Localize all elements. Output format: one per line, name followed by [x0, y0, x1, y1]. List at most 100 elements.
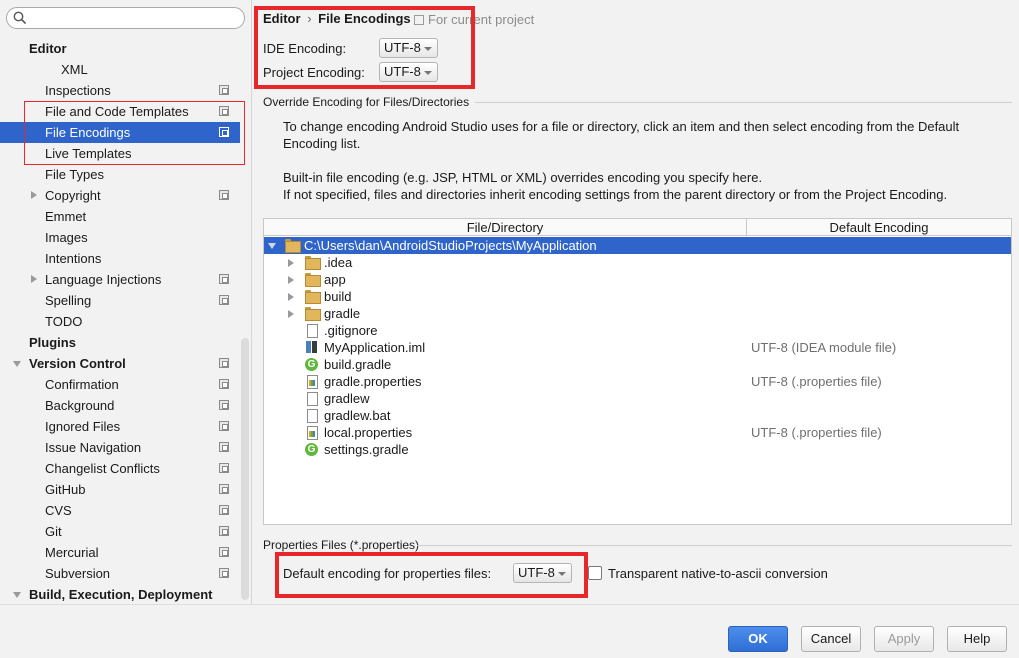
sidebar-item-spelling[interactable]: Spelling [0, 290, 240, 311]
file-name: MyApplication.iml [324, 340, 426, 355]
sidebar-item-label: Intentions [45, 251, 102, 266]
project-scope-icon [219, 484, 229, 494]
table-row[interactable]: app [264, 271, 1011, 288]
table-row[interactable]: build.gradle [264, 356, 1011, 373]
sidebar-item-issue-navigation[interactable]: Issue Navigation [0, 437, 240, 458]
sidebar-item-xml[interactable]: XML [0, 59, 240, 80]
table-row[interactable]: local.properties UTF-8 (.properties file) [264, 424, 1011, 441]
expand-arrow-right-icon[interactable] [288, 259, 294, 267]
sidebar-item-label: Emmet [45, 209, 87, 224]
help-button[interactable]: Help [947, 626, 1007, 652]
project-encoding-label: Project Encoding: [263, 65, 365, 80]
sidebar-item-label: Mercurial [45, 545, 99, 560]
sidebar-item-version-control[interactable]: Version Control [0, 353, 240, 374]
sidebar-item-todo[interactable]: TODO [0, 311, 240, 332]
table-row[interactable]: build [264, 288, 1011, 305]
table-row[interactable]: C:\Users\dan\AndroidStudioProjects\MyApp… [264, 237, 1011, 254]
sidebar-item-label: Copyright [45, 188, 101, 203]
sidebar-item-label: Spelling [45, 293, 92, 308]
sidebar-item-editor[interactable]: Editor [0, 38, 240, 59]
transparent-conversion-label[interactable]: Transparent native-to-ascii conversion [608, 566, 828, 581]
project-scope-icon [219, 106, 229, 116]
apply-button[interactable]: Apply [874, 626, 934, 652]
ok-button[interactable]: OK [728, 626, 788, 652]
sidebar-item-plugins[interactable]: Plugins [0, 332, 240, 353]
ide-encoding-select[interactable]: UTF-8 [379, 38, 438, 58]
sidebar-item-label: Subversion [45, 566, 111, 581]
override-description-3: Built-in file encoding (e.g. JSP, HTML o… [283, 170, 763, 185]
transparent-conversion-checkbox[interactable] [588, 566, 602, 580]
project-scope-icon [219, 568, 229, 578]
sidebar-item-changelist-conflicts[interactable]: Changelist Conflicts [0, 458, 240, 479]
sidebar-item-build-execution-deployment[interactable]: Build, Execution, Deployment [0, 584, 240, 605]
sidebar-item-file-encodings[interactable]: File Encodings [0, 122, 240, 143]
project-scope-icon [219, 295, 229, 305]
sidebar-item-background[interactable]: Background [0, 395, 240, 416]
table-row[interactable]: gradle [264, 305, 1011, 322]
table-row[interactable]: .gitignore [264, 322, 1011, 339]
sidebar-scrollbar[interactable] [241, 338, 249, 600]
settings-sidebar: Editor XML Inspections File and Code Templa… [0, 0, 252, 604]
cancel-button[interactable]: Cancel [801, 626, 861, 652]
sidebar-item-live-templates[interactable]: Live Templates [0, 143, 240, 164]
sidebar-item-copyright[interactable]: Copyright [0, 185, 240, 206]
expand-arrow-right-icon[interactable] [288, 310, 294, 318]
table-row[interactable]: gradle.properties UTF-8 (.properties file… [264, 373, 1011, 390]
column-header-encoding[interactable]: Default Encoding [747, 219, 1011, 235]
sidebar-item-cvs[interactable]: CVS [0, 500, 240, 521]
file-encoding-table[interactable]: File/Directory Default Encoding C:\Users… [263, 218, 1012, 525]
sidebar-item-emmet[interactable]: Emmet [0, 206, 240, 227]
sidebar-item-confirmation[interactable]: Confirmation [0, 374, 240, 395]
table-row[interactable]: gradlew.bat [264, 407, 1011, 424]
module-file-icon [305, 341, 319, 354]
file-encodings-panel: Editor › File Encodings For current proj… [253, 0, 1019, 604]
project-encoding-select[interactable]: UTF-8 [379, 62, 438, 82]
project-scope-icon [219, 547, 229, 557]
table-row[interactable]: gradlew [264, 390, 1011, 407]
file-encoding-value[interactable]: UTF-8 (.properties file) [751, 373, 882, 390]
project-scope-icon [219, 421, 229, 431]
sidebar-item-intentions[interactable]: Intentions [0, 248, 240, 269]
sidebar-item-file-types[interactable]: File Types [0, 164, 240, 185]
folder-icon [305, 290, 321, 304]
table-row[interactable]: .idea [264, 254, 1011, 271]
expand-arrow-down-icon[interactable] [13, 592, 21, 598]
sidebar-item-github[interactable]: GitHub [0, 479, 240, 500]
properties-encoding-select[interactable]: UTF-8 [513, 563, 572, 583]
sidebar-item-label: Build, Execution, Deployment [29, 587, 213, 602]
sidebar-item-label: CVS [45, 503, 72, 518]
expand-arrow-down-icon[interactable] [13, 361, 21, 367]
table-row[interactable]: MyApplication.iml UTF-8 (IDEA module file… [264, 339, 1011, 356]
ide-encoding-label: IDE Encoding: [263, 41, 347, 56]
column-header-file[interactable]: File/Directory [264, 219, 746, 235]
expand-arrow-down-icon[interactable] [268, 243, 276, 249]
expand-arrow-right-icon[interactable] [288, 276, 294, 284]
expand-arrow-right-icon[interactable] [31, 275, 37, 283]
breadcrumb: Editor › File Encodings [263, 11, 411, 26]
expand-arrow-right-icon[interactable] [288, 293, 294, 301]
sidebar-item-language-injections[interactable]: Language Injections [0, 269, 240, 290]
sidebar-item-subversion[interactable]: Subversion [0, 563, 240, 584]
settings-tree: Editor XML Inspections File and Code Templa… [0, 38, 240, 605]
file-encoding-value[interactable]: UTF-8 (IDEA module file) [751, 339, 896, 356]
file-encoding-value[interactable]: UTF-8 (.properties file) [751, 424, 882, 441]
sidebar-item-images[interactable]: Images [0, 227, 240, 248]
sidebar-item-git[interactable]: Git [0, 521, 240, 542]
project-scope-icon [219, 358, 229, 368]
table-row[interactable]: settings.gradle [264, 441, 1011, 458]
sidebar-item-inspections[interactable]: Inspections [0, 80, 240, 101]
sidebar-item-label: Issue Navigation [45, 440, 142, 455]
file-name: app [324, 272, 346, 287]
sidebar-item-mercurial[interactable]: Mercurial [0, 542, 240, 563]
text-file-icon [305, 392, 319, 406]
file-name: gradle [324, 306, 361, 321]
folder-icon [285, 239, 301, 253]
override-description-2: Encoding list. [283, 136, 361, 151]
sidebar-item-file-and-code-templates[interactable]: File and Code Templates [0, 101, 240, 122]
settings-search-input[interactable] [6, 7, 245, 29]
expand-arrow-right-icon[interactable] [31, 191, 37, 199]
file-name: gradlew [324, 391, 370, 406]
sidebar-item-ignored-files[interactable]: Ignored Files [0, 416, 240, 437]
project-scope-icon [219, 442, 229, 452]
breadcrumb-parent[interactable]: Editor [263, 11, 301, 26]
